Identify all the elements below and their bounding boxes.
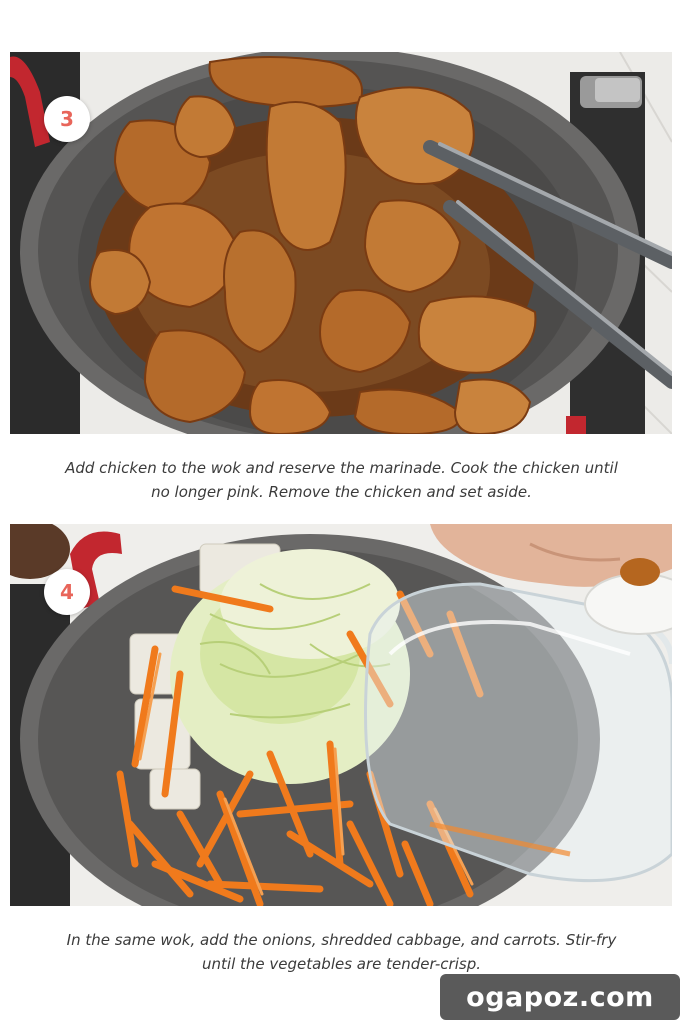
step-number-badge: 3 [44,96,90,142]
caption-line: Add chicken to the wok and reserve the m… [65,459,618,477]
step-4-photo [10,524,672,906]
caption-line: In the same wok, add the onions, shredde… [66,931,617,949]
step-4-caption: In the same wok, add the onions, shredde… [20,928,663,976]
step-3-caption: Add chicken to the wok and reserve the m… [20,456,663,504]
step-number-badge: 4 [44,569,90,615]
caption-line: no longer pink. Remove the chicken and s… [151,483,532,501]
step-3-photo [10,52,672,434]
caption-line: until the vegetables are tender-crisp. [202,955,481,973]
watermark: ogapoz.com [440,974,680,1020]
